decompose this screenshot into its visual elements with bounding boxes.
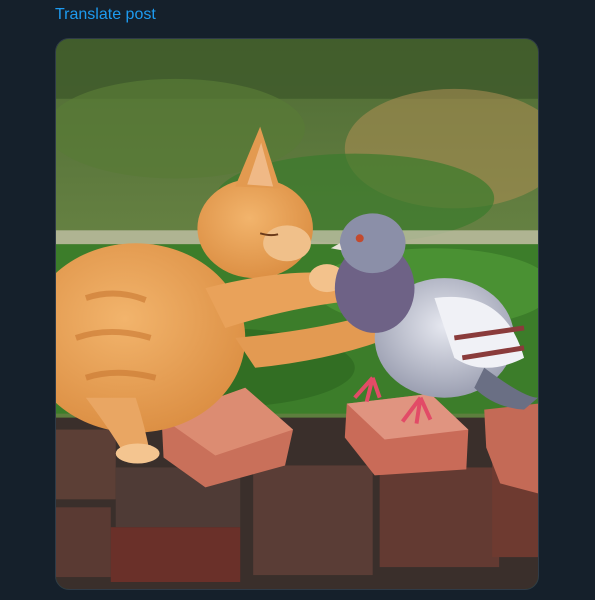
photo-illustration — [56, 39, 538, 589]
translate-post-link[interactable]: Translate post — [55, 5, 156, 25]
post-photo[interactable] — [55, 38, 539, 590]
